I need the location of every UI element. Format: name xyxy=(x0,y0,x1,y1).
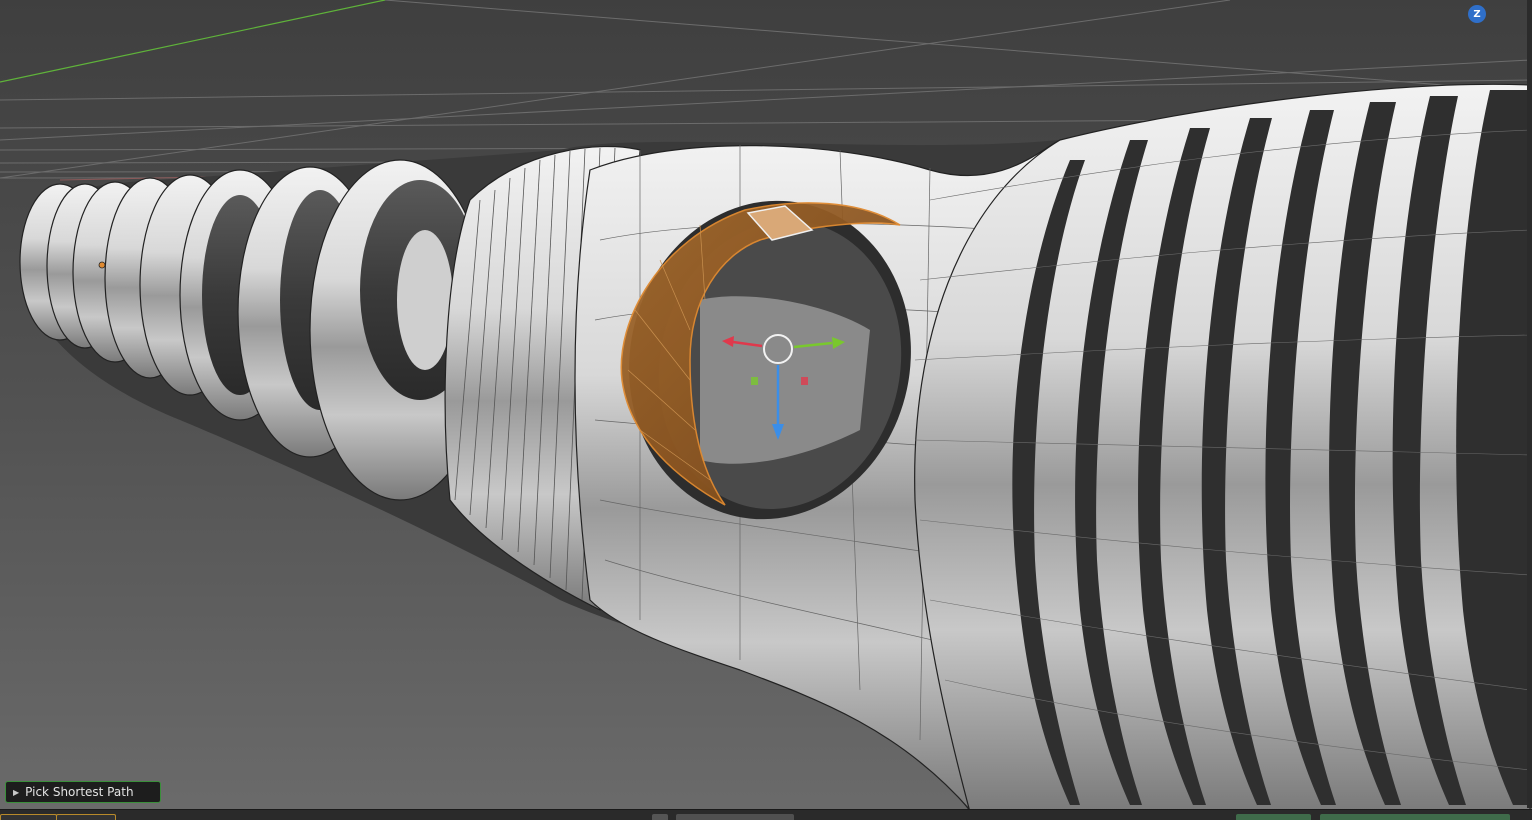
operator-panel-label: Pick Shortest Path xyxy=(25,785,134,799)
viewport-right-edge xyxy=(1527,0,1532,808)
origin-dot-icon xyxy=(98,261,106,269)
bottom-bar-tab[interactable] xyxy=(56,814,116,820)
bottom-bar-button-group[interactable] xyxy=(676,814,794,820)
bottom-header-bar xyxy=(0,809,1532,820)
z-axis-icon[interactable]: Z xyxy=(1468,5,1486,23)
viewport-scene[interactable] xyxy=(0,0,1532,820)
3d-viewport[interactable]: Z ▶ Pick Shortest Path xyxy=(0,0,1532,820)
bottom-bar-button[interactable] xyxy=(652,814,668,820)
bottom-bar-tab[interactable] xyxy=(0,814,57,820)
triangle-right-icon[interactable]: ▶ xyxy=(13,788,19,797)
bottom-bar-button-group[interactable] xyxy=(1320,814,1510,820)
bottom-bar-button[interactable] xyxy=(1236,814,1311,820)
z-axis-label: Z xyxy=(1473,8,1481,20)
operator-panel-pick-shortest-path[interactable]: ▶ Pick Shortest Path xyxy=(5,781,161,803)
